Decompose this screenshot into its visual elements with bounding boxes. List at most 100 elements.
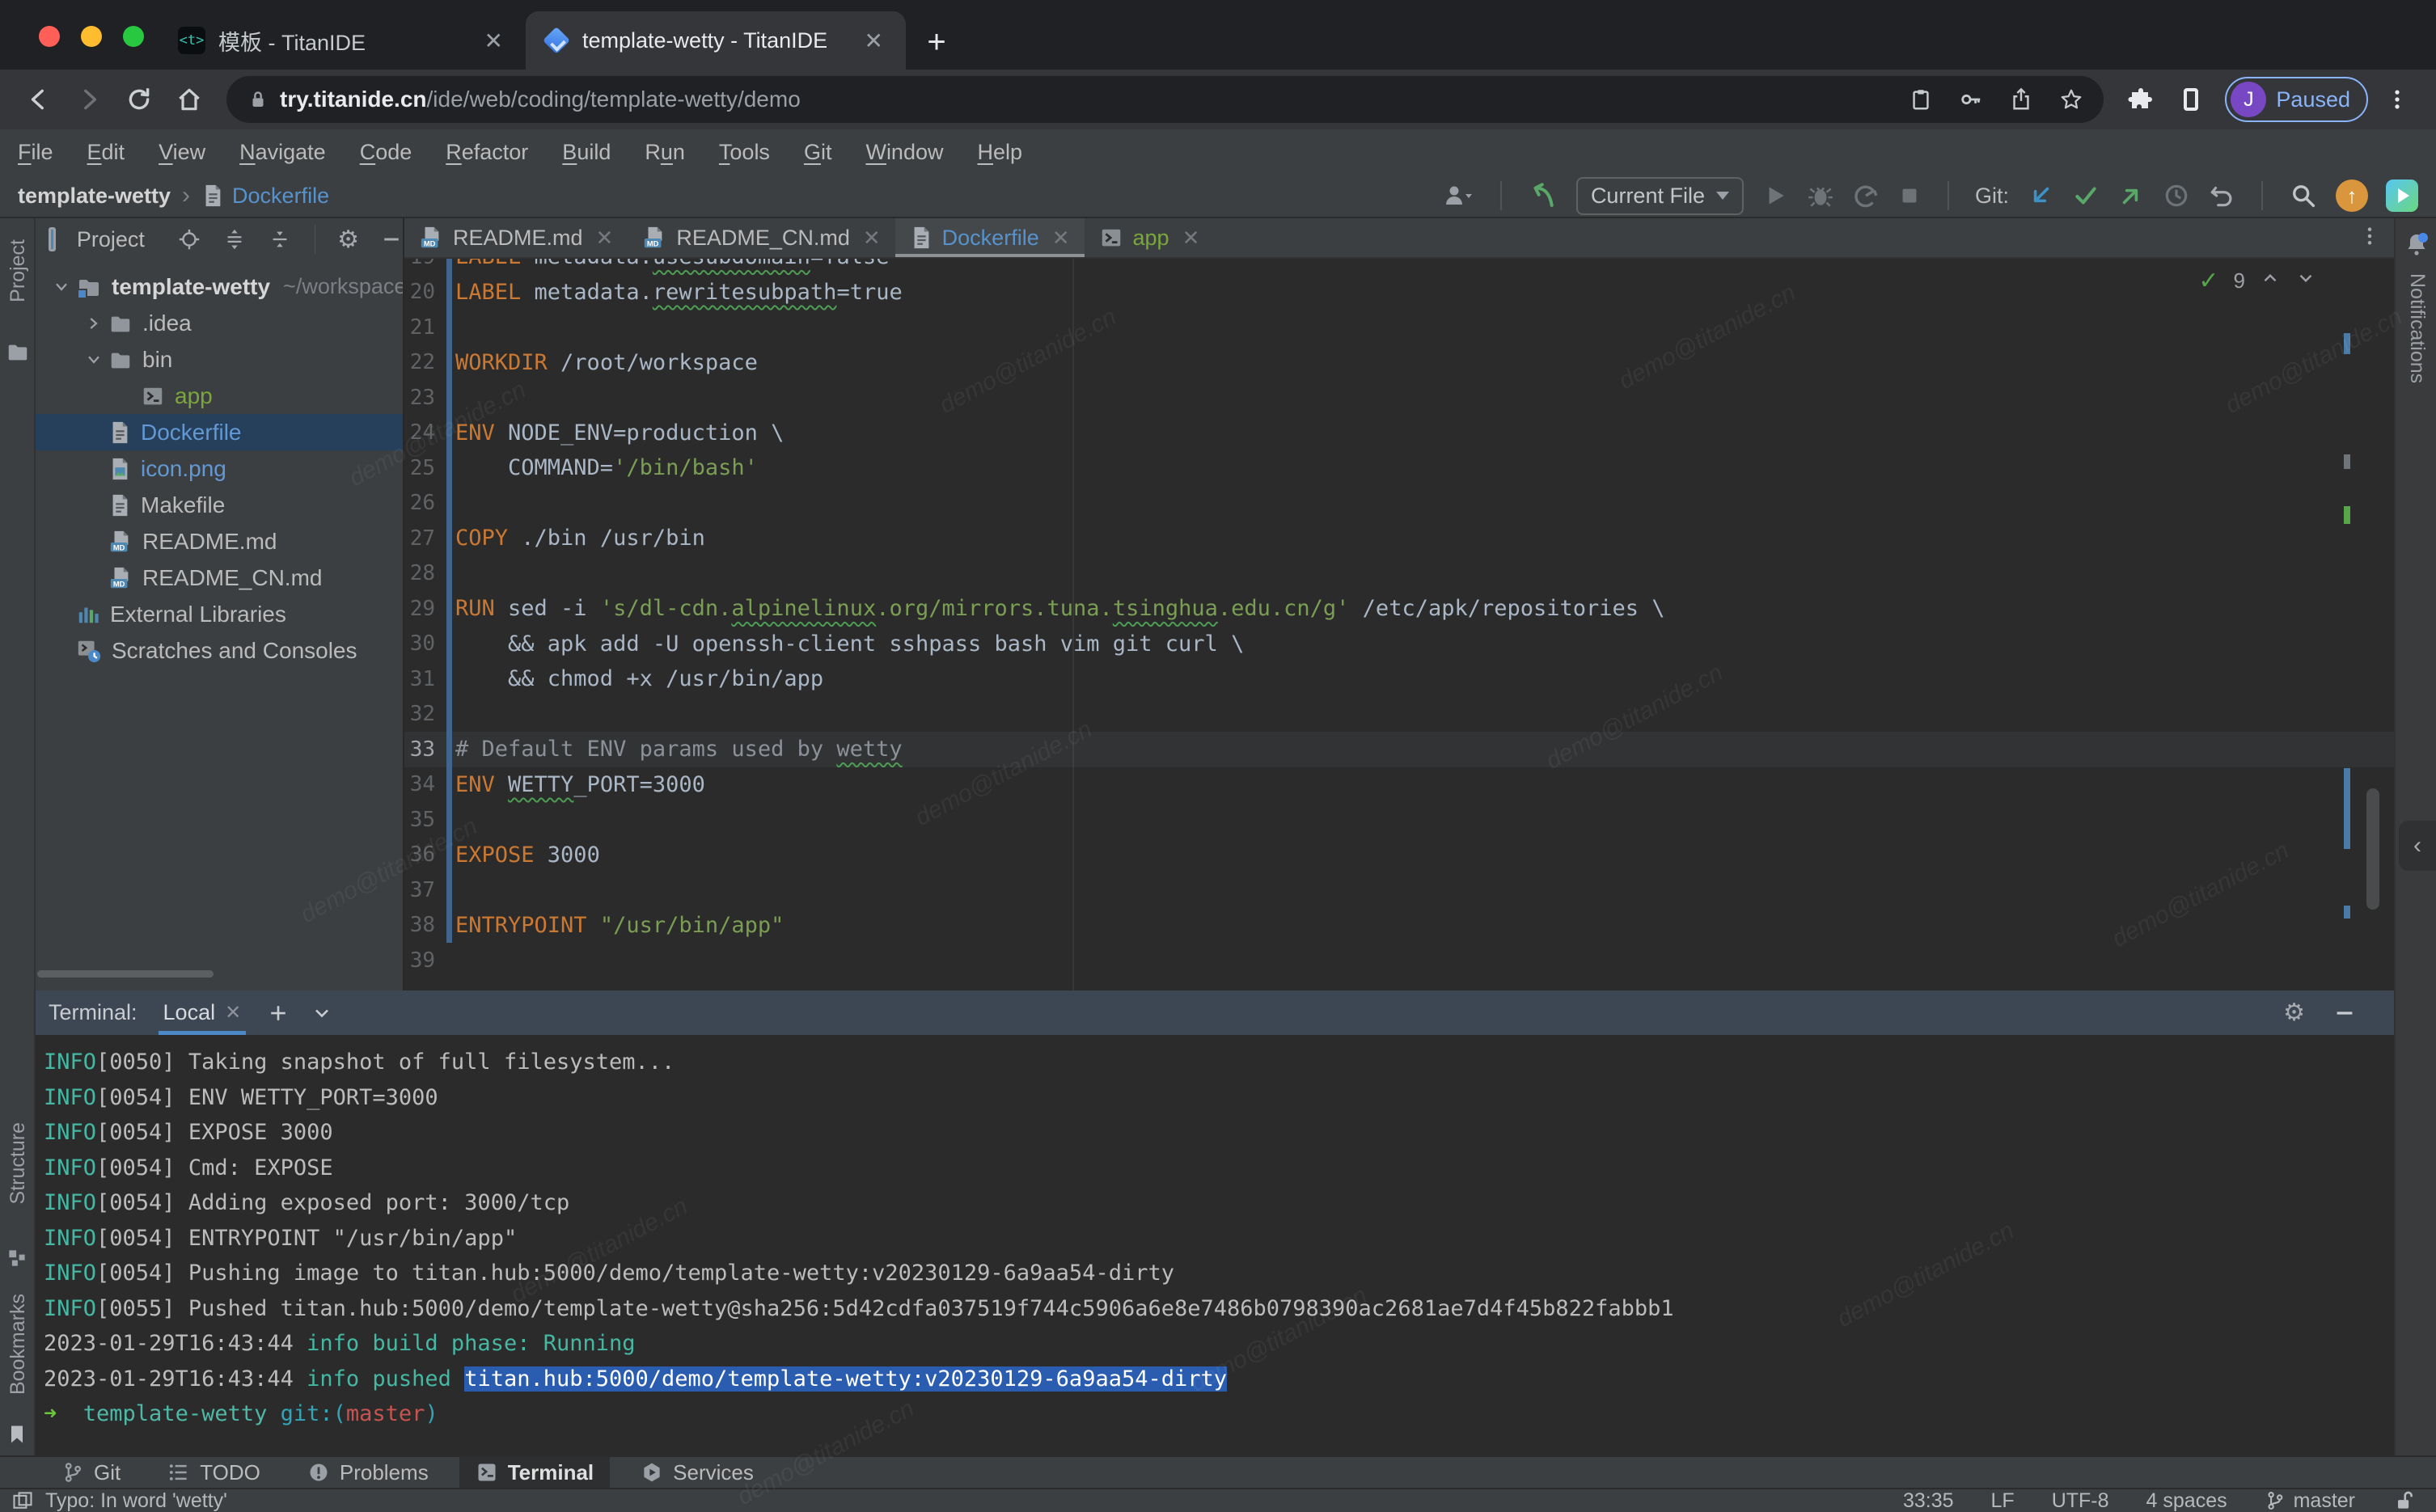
tree-item-scratches-and-consoles[interactable]: Scratches and Consoles <box>36 632 403 669</box>
inspection-widget[interactable]: ✓ 9 <box>2198 267 2316 295</box>
fullscreen-window-button[interactable] <box>123 26 144 47</box>
tree-item-icon-png[interactable]: icon.png <box>36 450 403 487</box>
line-number[interactable]: 39 <box>404 948 446 973</box>
browser-tab-inactive[interactable]: <t> 模板 - TitanIDE ✕ <box>160 11 526 70</box>
search-everywhere-icon[interactable] <box>2289 181 2318 210</box>
breadcrumb-project[interactable]: template-wetty <box>18 184 171 209</box>
menu-item-navigate[interactable]: Navigate <box>239 140 326 165</box>
select-opened-file-icon[interactable] <box>177 227 201 251</box>
run-button[interactable] <box>1761 182 1789 209</box>
status-message[interactable]: Typo: In word 'wetty' <box>45 1489 227 1512</box>
menu-item-code[interactable]: Code <box>360 140 412 165</box>
tab-close-icon[interactable]: ✕ <box>596 226 614 251</box>
menu-item-run[interactable]: Run <box>645 140 685 165</box>
tree-item-bin[interactable]: bin <box>36 341 403 378</box>
menu-item-help[interactable]: Help <box>977 140 1022 165</box>
git-push-icon[interactable] <box>2117 182 2145 209</box>
terminal-settings-gear-icon[interactable]: ⚙ <box>2283 999 2305 1027</box>
stop-button[interactable] <box>1897 184 1922 208</box>
terminal-output[interactable]: INFO[0050] Taking snapshot of full files… <box>36 1035 2394 1455</box>
line-number[interactable]: 38 <box>404 913 446 937</box>
line-number[interactable]: 32 <box>404 702 446 726</box>
tab-close-icon[interactable]: ✕ <box>481 27 506 54</box>
back-icon[interactable] <box>18 78 60 120</box>
folder-icon[interactable] <box>6 340 30 368</box>
tree-item-external-libraries[interactable]: External Libraries <box>36 596 403 632</box>
tool-strip-notifications-label[interactable]: Notifications <box>2405 273 2429 383</box>
line-number[interactable]: 22 <box>404 350 446 374</box>
indent-setting[interactable]: 4 spaces <box>2146 1489 2227 1512</box>
line-number[interactable]: 27 <box>404 526 446 551</box>
forward-icon[interactable] <box>68 78 110 120</box>
load-changes-icon[interactable] <box>1528 180 1558 211</box>
line-number[interactable]: 30 <box>404 631 446 656</box>
notifications-bell-icon[interactable] <box>2404 231 2430 261</box>
terminal-dropdown-chevron-icon[interactable] <box>311 1002 333 1024</box>
breadcrumb-file[interactable]: Dockerfile <box>201 184 329 209</box>
tree-chevron-icon[interactable] <box>79 314 108 333</box>
file-encoding[interactable]: UTF-8 <box>2052 1489 2109 1512</box>
new-terminal-session-icon[interactable] <box>267 1002 290 1024</box>
tab-close-icon[interactable]: ✕ <box>861 27 886 54</box>
unlocked-padlock-icon[interactable] <box>2392 1489 2415 1512</box>
line-number[interactable]: 24 <box>404 420 446 445</box>
browser-menu-dots-icon[interactable] <box>2376 78 2418 120</box>
new-tab-button[interactable]: + <box>914 19 959 65</box>
debug-button[interactable] <box>1807 182 1834 209</box>
collapse-all-icon[interactable] <box>268 227 292 251</box>
browser-tab-active[interactable]: template-wetty - TitanIDE ✕ <box>526 11 906 70</box>
tab-close-icon[interactable]: ✕ <box>1052 226 1070 251</box>
tree-item-dockerfile[interactable]: Dockerfile <box>36 414 403 450</box>
line-number[interactable]: 19 <box>404 259 446 269</box>
tool-strip-project-label[interactable]: Project <box>6 239 30 302</box>
git-commit-icon[interactable] <box>2072 182 2100 209</box>
line-number[interactable]: 23 <box>404 386 446 410</box>
tool-strip-bookmarks-label[interactable]: Bookmarks <box>6 1294 30 1395</box>
caret-position[interactable]: 33:35 <box>1903 1489 1954 1512</box>
line-number[interactable]: 21 <box>404 315 446 340</box>
editor-tab-app[interactable]: app✕ <box>1085 218 1215 257</box>
run-configuration-select[interactable]: Current File <box>1576 177 1744 215</box>
line-number[interactable]: 34 <box>404 772 446 796</box>
lock-icon[interactable] <box>247 89 269 110</box>
next-problem-icon[interactable] <box>2295 268 2316 294</box>
clipboard-icon[interactable] <box>1900 78 1942 120</box>
line-number[interactable]: 33 <box>404 737 446 762</box>
project-settings-gear-icon[interactable]: ⚙ <box>337 226 359 254</box>
hide-panel-icon[interactable] <box>380 228 403 251</box>
tool-strip-structure-label[interactable]: Structure <box>6 1122 30 1204</box>
tool-window-button-problems[interactable]: Problems <box>291 1457 445 1488</box>
tool-window-button-git[interactable]: Git <box>45 1457 137 1488</box>
expand-tool-window-chevron-icon[interactable]: ‹ <box>2399 821 2436 871</box>
git-branch-widget[interactable]: master <box>2265 1489 2355 1512</box>
line-number[interactable]: 25 <box>404 456 446 480</box>
profiler-button[interactable] <box>1852 182 1880 209</box>
menu-item-view[interactable]: View <box>159 140 205 165</box>
editor-tab-readme-cn-md[interactable]: MDREADME_CN.md✕ <box>628 218 894 257</box>
error-stripe-mark[interactable] <box>2344 906 2350 919</box>
error-stripe-mark[interactable] <box>2344 454 2350 469</box>
menu-item-window[interactable]: Window <box>865 140 943 165</box>
home-icon[interactable] <box>168 78 210 120</box>
address-bar[interactable]: try.titanide.cn/ide/web/coding/template-… <box>226 76 2104 123</box>
project-horizontal-scrollbar[interactable] <box>37 970 214 978</box>
editor-tab-readme-md[interactable]: MDREADME.md✕ <box>404 218 628 257</box>
terminal-tab-local[interactable]: Local ✕ <box>159 990 247 1035</box>
git-history-icon[interactable] <box>2163 182 2190 209</box>
share-icon[interactable] <box>2000 78 2042 120</box>
terminal-tab-close-icon[interactable]: ✕ <box>225 1001 241 1024</box>
tab-close-icon[interactable]: ✕ <box>863 226 881 251</box>
expand-all-icon[interactable] <box>222 227 247 251</box>
tree-item-readme-cn-md[interactable]: MDREADME_CN.md <box>36 560 403 596</box>
line-number[interactable]: 28 <box>404 561 446 585</box>
git-rollback-icon[interactable] <box>2208 182 2235 209</box>
structure-icon[interactable] <box>6 1247 28 1273</box>
menu-item-git[interactable]: Git <box>804 140 832 165</box>
reload-icon[interactable] <box>118 78 160 120</box>
line-number[interactable]: 35 <box>404 808 446 832</box>
line-number[interactable]: 36 <box>404 843 446 867</box>
line-number[interactable]: 26 <box>404 491 446 515</box>
tree-chevron-icon[interactable] <box>47 277 76 297</box>
tree-item-readme-md[interactable]: MDREADME.md <box>36 523 403 560</box>
side-panel-icon[interactable] <box>2170 78 2212 120</box>
